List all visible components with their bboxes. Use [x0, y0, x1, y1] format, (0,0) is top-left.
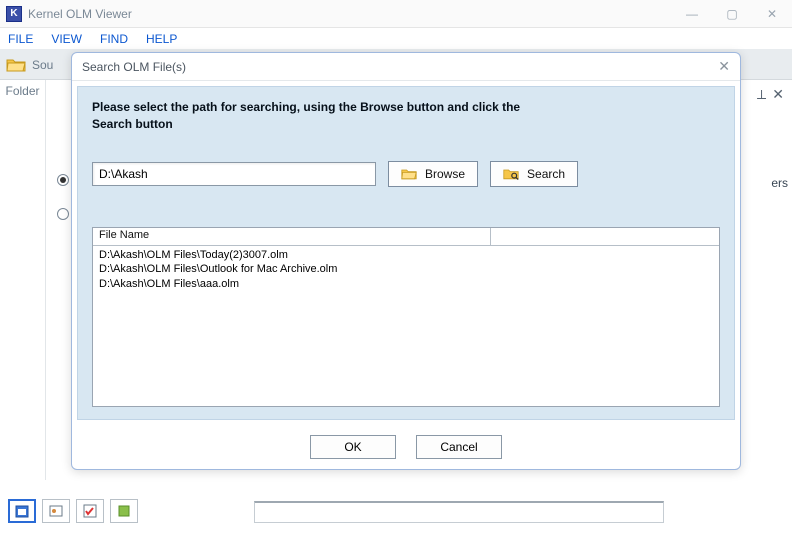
dialog-body: Please select the path for searching, us… [77, 86, 735, 420]
radio-option-1[interactable] [57, 174, 69, 186]
results-table: File Name D:\Akash\OLM Files\Today(2)300… [92, 227, 720, 407]
right-text-fragment: ers [771, 176, 788, 190]
toolbar-source-label: Sou [32, 58, 53, 72]
menu-find[interactable]: FIND [100, 32, 128, 46]
dialog-close-button[interactable]: ✕ [718, 58, 730, 75]
path-row: Browse Search [92, 161, 720, 187]
browse-button[interactable]: Browse [388, 161, 478, 187]
folder-open-icon[interactable] [6, 57, 26, 73]
path-input[interactable] [92, 162, 376, 186]
app-icon: K [6, 6, 22, 22]
status-hint [254, 501, 664, 523]
folder-search-icon [503, 167, 519, 181]
minimize-button[interactable]: — [678, 7, 706, 21]
search-dialog: Search OLM File(s) ✕ Please select the p… [71, 52, 741, 470]
browse-label: Browse [425, 167, 465, 181]
contact-icon [49, 504, 63, 518]
pin-icon[interactable]: ⟂ [757, 86, 766, 103]
cancel-button[interactable]: Cancel [416, 435, 502, 459]
menubar: FILE VIEW FIND HELP [0, 28, 792, 50]
left-pane-label: Folder [5, 84, 39, 98]
radio-options [57, 174, 69, 220]
column-spacer [491, 228, 719, 245]
bottom-tab-3[interactable] [76, 499, 104, 523]
bottom-tab-4[interactable] [110, 499, 138, 523]
dialog-instruction: Please select the path for searching, us… [92, 99, 552, 133]
calendar-icon [15, 504, 29, 518]
dialog-titlebar: Search OLM File(s) ✕ [72, 53, 740, 81]
note-icon [117, 504, 131, 518]
close-button[interactable]: ✕ [758, 7, 786, 21]
search-button[interactable]: Search [490, 161, 578, 187]
results-body[interactable]: D:\Akash\OLM Files\Today(2)3007.olm D:\A… [93, 246, 719, 406]
pane-close-icon[interactable]: ✕ [772, 86, 784, 103]
dialog-title: Search OLM File(s) [82, 60, 718, 74]
bottom-tab-1[interactable] [8, 499, 36, 523]
task-icon [83, 504, 97, 518]
result-row[interactable]: D:\Akash\OLM Files\aaa.olm [99, 277, 713, 292]
results-header: File Name [93, 228, 719, 246]
menu-file[interactable]: FILE [8, 32, 33, 46]
maximize-button[interactable]: ▢ [718, 7, 746, 21]
menu-view[interactable]: VIEW [51, 32, 82, 46]
main-titlebar: K Kernel OLM Viewer — ▢ ✕ [0, 0, 792, 28]
right-pane-pin: ⟂ ✕ [757, 86, 784, 103]
menu-help[interactable]: HELP [146, 32, 177, 46]
dialog-footer: OK Cancel [72, 425, 740, 469]
folder-open-icon [401, 167, 417, 181]
ok-button[interactable]: OK [310, 435, 396, 459]
bottom-strip [8, 499, 664, 523]
left-pane: Folder [0, 80, 46, 480]
app-title: Kernel OLM Viewer [28, 7, 678, 21]
result-row[interactable]: D:\Akash\OLM Files\Outlook for Mac Archi… [99, 262, 713, 277]
bottom-tab-2[interactable] [42, 499, 70, 523]
result-row[interactable]: D:\Akash\OLM Files\Today(2)3007.olm [99, 248, 713, 263]
search-label: Search [527, 167, 565, 181]
column-file-name[interactable]: File Name [93, 228, 491, 245]
radio-option-2[interactable] [57, 208, 69, 220]
